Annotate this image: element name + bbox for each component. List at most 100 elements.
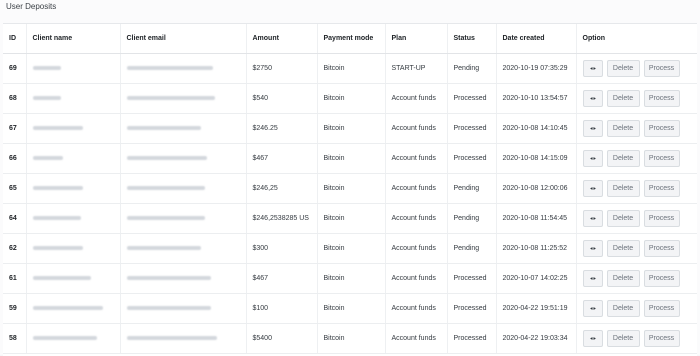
row-actions: Delete Process [582, 180, 698, 197]
view-button[interactable] [582, 180, 603, 197]
process-button[interactable]: Process [643, 90, 680, 107]
page-title: User Deposits [6, 2, 57, 11]
delete-button[interactable]: Delete [606, 150, 640, 167]
view-button[interactable] [582, 330, 603, 347]
row-actions: Delete Process [582, 90, 698, 107]
cell-options: Delete Process [575, 263, 698, 294]
cell-client-email [119, 323, 246, 354]
cell-status: Processed [446, 293, 496, 324]
cell-plan: START-UP [384, 53, 447, 84]
cell-date-created: 2020-10-19 07:35:29 [495, 53, 576, 84]
process-button[interactable]: Process [643, 60, 680, 77]
view-button[interactable] [582, 210, 603, 227]
redacted-name [32, 126, 83, 131]
eye-icon [589, 187, 596, 190]
cell-id: 64 [3, 203, 26, 234]
row-actions: Delete Process [582, 60, 698, 77]
cell-id: 65 [3, 173, 26, 204]
cell-status: Processed [446, 323, 496, 354]
cell-id: 66 [3, 143, 26, 174]
eye-icon [589, 307, 596, 310]
view-button[interactable] [582, 150, 603, 167]
cell-payment-mode: Bitcoin [316, 53, 385, 84]
row-actions: Delete Process [582, 240, 698, 257]
header-option: Option [575, 24, 697, 54]
delete-button[interactable]: Delete [606, 60, 640, 77]
eye-icon [589, 127, 596, 130]
process-button[interactable]: Process [643, 270, 680, 287]
delete-button[interactable]: Delete [606, 90, 640, 107]
cell-payment-mode: Bitcoin [316, 293, 385, 324]
redacted-email [126, 186, 205, 191]
cell-client-email [119, 203, 246, 234]
delete-button[interactable]: Delete [606, 210, 640, 227]
process-button[interactable]: Process [643, 300, 680, 317]
process-button[interactable]: Process [643, 150, 680, 167]
view-button[interactable] [582, 60, 603, 77]
header-client-name[interactable]: Client name [25, 24, 120, 54]
cell-plan: Account funds [384, 113, 447, 144]
table-row: 59 $100 Bitcoin Account funds Processed … [3, 293, 697, 324]
process-button[interactable]: Process [643, 330, 680, 347]
view-button[interactable] [582, 90, 603, 107]
header-client-email[interactable]: Client email [119, 24, 246, 54]
cell-status: Processed [446, 143, 496, 174]
cell-amount: $540 [245, 83, 317, 114]
redacted-name [32, 306, 103, 311]
cell-client-name [25, 173, 120, 204]
cell-plan: Account funds [384, 143, 447, 174]
process-button[interactable]: Process [643, 240, 680, 257]
cell-date-created: 2020-04-22 19:03:34 [495, 323, 576, 354]
delete-button[interactable]: Delete [606, 240, 640, 257]
delete-button[interactable]: Delete [606, 270, 640, 287]
redacted-name [32, 66, 61, 71]
delete-button[interactable]: Delete [606, 180, 640, 197]
header-payment-mode[interactable]: Payment mode [316, 24, 385, 54]
view-button[interactable] [582, 120, 603, 137]
redacted-email [126, 126, 201, 131]
row-actions: Delete Process [582, 210, 698, 227]
row-actions: Delete Process [582, 120, 698, 137]
table-row: 68 $540 Bitcoin Account funds Processed … [3, 83, 698, 114]
cell-id: 69 [3, 53, 26, 84]
cell-date-created: 2020-10-08 14:10:45 [495, 113, 576, 144]
view-button[interactable] [582, 270, 603, 287]
table-row: 64 $246,2538285 US Bitcoin Account funds… [3, 203, 698, 234]
cell-id: 61 [3, 263, 26, 294]
cell-payment-mode: Bitcoin [316, 203, 385, 234]
redacted-email [126, 66, 213, 71]
header-amount[interactable]: Amount [245, 24, 317, 54]
row-actions: Delete Process [582, 270, 698, 287]
header-id[interactable]: ID [3, 24, 26, 54]
cell-client-email [119, 83, 246, 114]
delete-button[interactable]: Delete [606, 120, 640, 137]
view-button[interactable] [582, 240, 603, 257]
redacted-email [126, 96, 215, 101]
redacted-email [126, 336, 217, 341]
cell-plan: Account funds [384, 83, 447, 114]
delete-button[interactable]: Delete [606, 300, 640, 317]
cell-options: Delete Process [575, 203, 698, 234]
cell-id: 67 [3, 113, 26, 144]
cell-id: 59 [3, 293, 26, 324]
header-plan[interactable]: Plan [384, 24, 447, 54]
cell-date-created: 2020-04-22 19:51:19 [495, 293, 576, 324]
view-button[interactable] [582, 300, 603, 317]
redacted-name [32, 216, 81, 221]
process-button[interactable]: Process [643, 210, 680, 227]
redacted-name [32, 96, 61, 101]
row-actions: Delete Process [582, 150, 698, 167]
redacted-name [32, 156, 63, 161]
cell-client-email [119, 293, 246, 324]
header-status[interactable]: Status [446, 24, 496, 54]
cell-options: Delete Process [575, 53, 698, 84]
process-button[interactable]: Process [643, 120, 680, 137]
cell-amount: $246.25 [245, 113, 317, 144]
process-button[interactable]: Process [643, 180, 680, 197]
header-date-created[interactable]: Date created [495, 24, 576, 54]
table-header-row: ID Client name Client email Amount Payme… [3, 24, 697, 54]
delete-button[interactable]: Delete [606, 330, 640, 347]
cell-amount: $2750 [245, 53, 317, 84]
cell-options: Delete Process [575, 113, 698, 144]
cell-id: 62 [3, 233, 26, 264]
